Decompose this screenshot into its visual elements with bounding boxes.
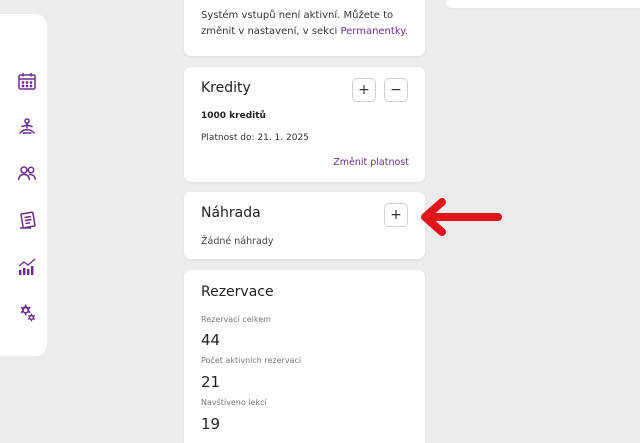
settings-icon[interactable] [16, 302, 38, 324]
reservations-title: Rezervace [201, 284, 274, 300]
yoga-icon[interactable] [16, 116, 38, 138]
stat-value-active: 21 [201, 373, 221, 391]
entry-notice-text: Systém vstupů není aktivní. Můžete to zm… [201, 8, 416, 40]
stat-value-total: 44 [201, 331, 221, 349]
entry-notice-card: Systém vstupů není aktivní. Můžete to zm… [184, 0, 425, 56]
red-arrow-annotation [421, 198, 502, 236]
stat-label-total: Rezervací celkem [201, 315, 271, 324]
add-credits-button[interactable]: + [352, 78, 376, 102]
stat-value-visited: 19 [201, 415, 221, 433]
substitution-title: Náhrada [201, 205, 261, 221]
credits-amount: 1000 kreditů [201, 111, 266, 121]
stat-label-visited: Navštíveno lekcí [201, 398, 267, 407]
stats-icon[interactable] [16, 256, 38, 278]
stat-label-active: Počet aktivních rezervací [201, 356, 302, 365]
credits-card: Kredity + − 1000 kreditů Platnost do: 21… [184, 67, 425, 182]
substitution-card: Náhrada + Žádné náhrady [184, 192, 425, 259]
substitution-empty-text: Žádné náhrady [201, 236, 274, 247]
calendar-icon[interactable] [16, 70, 38, 92]
add-substitution-button[interactable]: + [384, 203, 408, 227]
credits-valid-until: Platnost do: 21. 1. 2025 [201, 133, 309, 143]
change-validity-link[interactable]: Změnit platnost [333, 157, 409, 168]
remove-credits-button[interactable]: − [384, 78, 408, 102]
users-icon[interactable] [16, 162, 38, 184]
entry-notice-suffix: . [404, 26, 408, 37]
right-panel [446, 0, 640, 8]
sidebar [0, 14, 47, 356]
reservations-card: Rezervace Rezervací celkem 44 Počet akti… [184, 270, 425, 443]
permanentky-link[interactable]: Permanentky [340, 26, 404, 37]
credits-title: Kredity [201, 80, 251, 96]
passes-icon[interactable] [16, 210, 38, 232]
